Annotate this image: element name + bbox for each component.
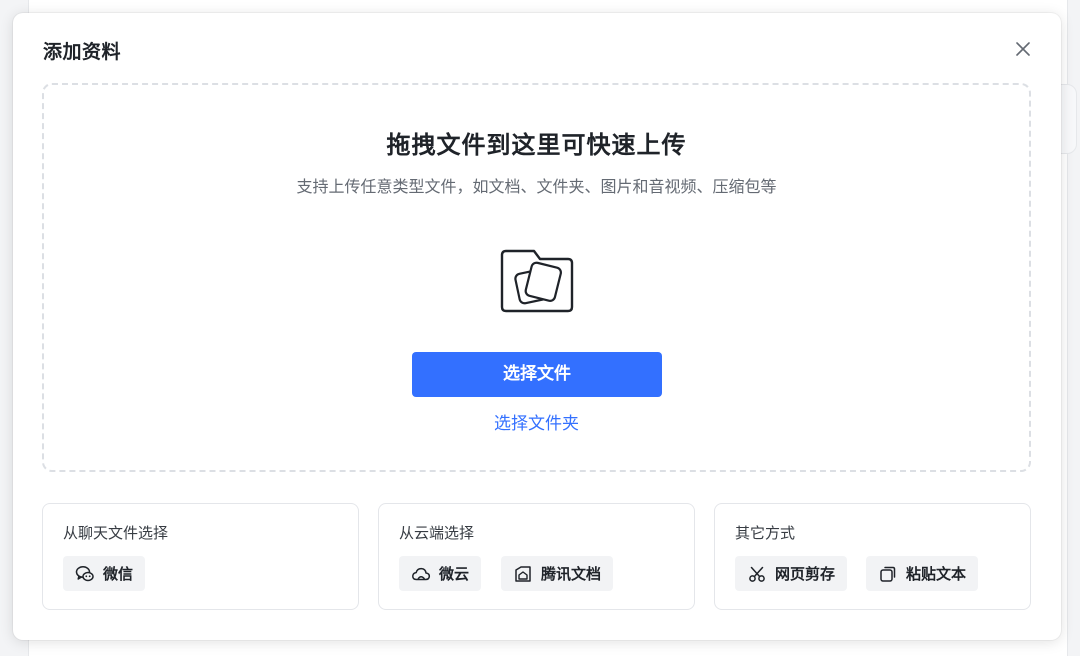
folder-files-icon xyxy=(500,249,574,313)
tencent-docs-icon xyxy=(513,564,533,584)
chat-files-source-card: 从聊天文件选择 微信 xyxy=(42,503,359,610)
weiyun-button[interactable]: 微云 xyxy=(399,556,482,591)
paste-text-label: 粘贴文本 xyxy=(906,565,967,583)
close-button[interactable] xyxy=(1013,39,1033,59)
tencent-docs-label: 腾讯文档 xyxy=(541,565,602,583)
paste-text-button[interactable]: 粘贴文本 xyxy=(866,556,979,591)
card-title: 其它方式 xyxy=(735,524,796,542)
card-title: 从聊天文件选择 xyxy=(63,524,169,542)
dropzone-subtitle: 支持上传任意类型文件，如文档、文件夹、图片和音视频、压缩包等 xyxy=(296,177,777,196)
card-title: 从云端选择 xyxy=(399,524,475,542)
wechat-button[interactable]: 微信 xyxy=(63,556,146,591)
close-icon xyxy=(1016,42,1030,56)
other-methods-card: 其它方式 网页剪存 粘贴文本 xyxy=(714,503,1031,610)
web-clip-label: 网页剪存 xyxy=(775,565,836,583)
scissors-icon xyxy=(747,564,767,584)
dialog-title: 添加资料 xyxy=(43,41,122,63)
web-clip-button[interactable]: 网页剪存 xyxy=(735,556,848,591)
select-file-button[interactable]: 选择文件 xyxy=(412,352,662,397)
select-folder-link[interactable]: 选择文件夹 xyxy=(44,409,1029,434)
paste-icon xyxy=(878,564,898,584)
cloud-icon xyxy=(411,564,431,584)
wechat-icon xyxy=(75,564,95,584)
tencent-docs-button[interactable]: 腾讯文档 xyxy=(501,556,614,591)
wechat-label: 微信 xyxy=(103,565,134,583)
dropzone-title: 拖拽文件到这里可快速上传 xyxy=(386,131,687,159)
cloud-source-card: 从云端选择 微云 腾讯文档 xyxy=(378,503,695,610)
upload-dropzone[interactable]: 拖拽文件到这里可快速上传 支持上传任意类型文件，如文档、文件夹、图片和音视频、压… xyxy=(42,83,1031,472)
add-material-dialog: 添加资料 拖拽文件到这里可快速上传 支持上传任意类型文件，如文档、文件夹、图片和… xyxy=(13,13,1061,640)
weiyun-label: 微云 xyxy=(439,565,470,583)
